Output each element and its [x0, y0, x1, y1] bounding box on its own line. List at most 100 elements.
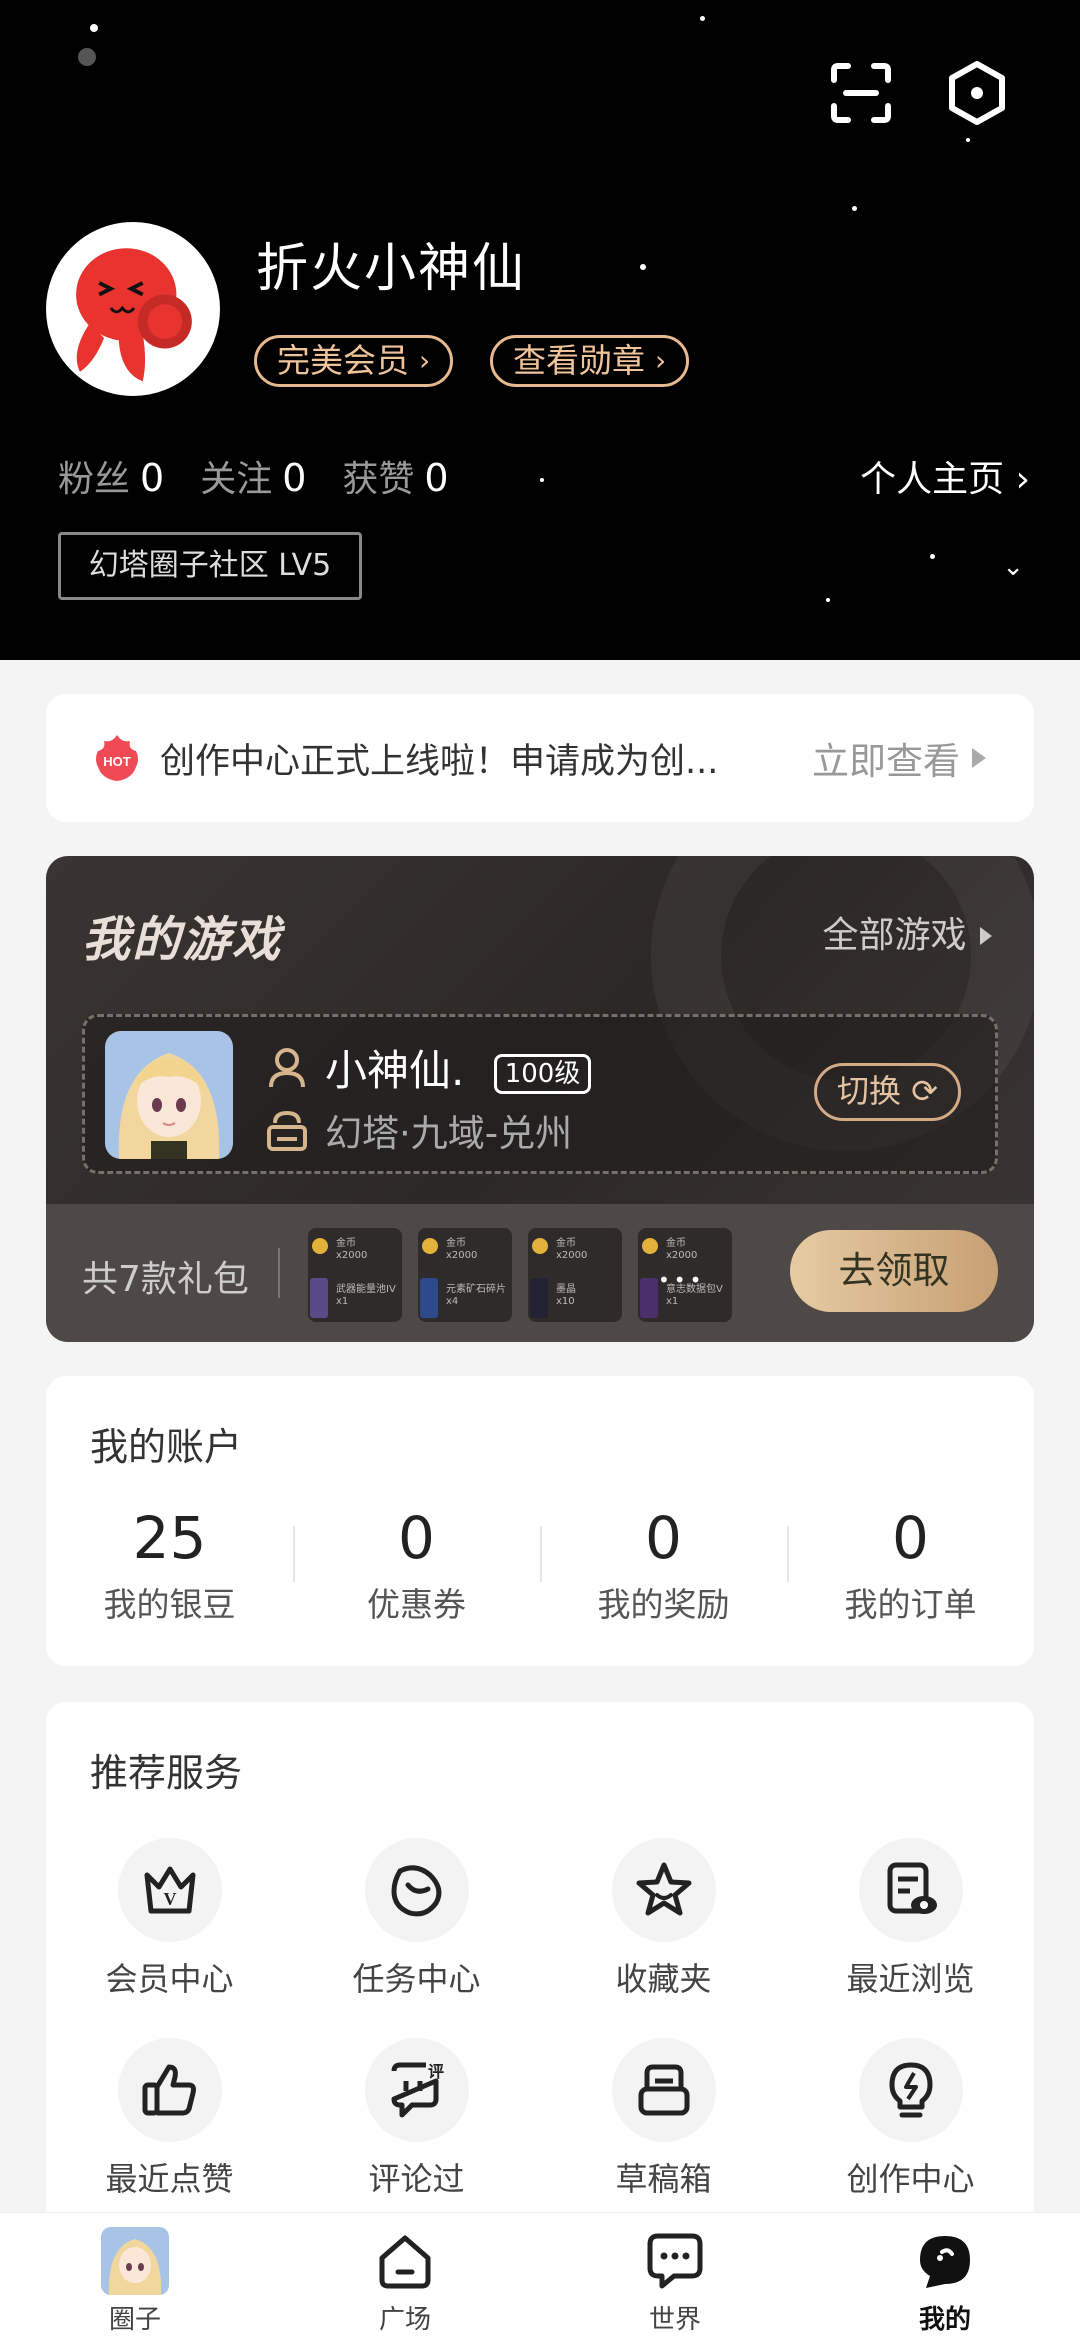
- account-stats-row: 25 我的银豆 0 优惠券 0 我的奖励 0 我的订单: [46, 1504, 1034, 1626]
- task-icon: [364, 1838, 469, 1942]
- all-games-label: 全部游戏: [822, 915, 967, 956]
- svg-text:评: 评: [427, 2062, 443, 2081]
- announcement-text: 创作中心正式上线啦！申请成为创...: [160, 741, 719, 782]
- service-favorites[interactable]: 收藏夹: [540, 1838, 787, 2000]
- service-label: 最近点赞: [105, 2160, 234, 2198]
- tab-label: 世界: [648, 2305, 701, 2335]
- service-label: 评论过: [368, 2160, 465, 2198]
- profile-header: 折火小神仙 完美会员 › 查看勋章 › 粉丝 0 关注 0 获赞 0 个人主页 › 幻…: [0, 0, 1080, 660]
- account-label: 我的订单: [844, 1585, 977, 1624]
- anime-character-icon: [105, 1031, 233, 1159]
- more-dots-icon: •••: [658, 1268, 706, 1292]
- vip-crown-icon: V: [117, 1838, 222, 1942]
- character-avatar: [105, 1031, 233, 1159]
- octopus-avatar-icon: [51, 227, 215, 391]
- star-icon: [611, 1838, 716, 1942]
- history-icon: [858, 1838, 963, 1942]
- bottom-tab-bar: 圈子 广场 世界 我的: [0, 2212, 1080, 2348]
- character-level-tag: 100级: [493, 1053, 592, 1094]
- character-name-text: 小神仙.: [325, 1046, 465, 1095]
- star-decoration: [930, 554, 935, 559]
- community-level-badge[interactable]: 幻塔圈子社区 LV5: [58, 532, 362, 600]
- service-label: 最近浏览: [846, 1960, 975, 1998]
- view-now-label: 立即查看: [812, 740, 960, 783]
- item-icon: [310, 1278, 328, 1318]
- likes-label: 获赞: [342, 459, 415, 500]
- service-label: 草稿箱: [615, 2160, 712, 2198]
- triangle-right-icon: [972, 748, 986, 768]
- item-icon: [640, 1278, 658, 1318]
- service-drafts[interactable]: 草稿箱: [540, 2038, 787, 2200]
- username: 折火小神仙: [256, 239, 527, 299]
- likes-stat[interactable]: 获赞 0: [342, 450, 448, 502]
- tab-label: 我的: [918, 2305, 971, 2335]
- account-item-orders[interactable]: 0 我的订单: [787, 1504, 1034, 1626]
- service-label: 会员中心: [105, 1960, 234, 1998]
- star-decoration: [90, 24, 98, 32]
- lightbulb-icon: [858, 2038, 963, 2142]
- character-server: 幻塔·九域-兑州: [325, 1112, 573, 1155]
- following-stat[interactable]: 关注 0: [200, 450, 306, 502]
- chevron-right-icon: ›: [655, 344, 667, 377]
- service-label: 收藏夹: [615, 1960, 712, 1998]
- triangle-right-icon: [980, 927, 992, 945]
- service-commented[interactable]: 评 评论过: [293, 2038, 540, 2200]
- service-task-center[interactable]: 任务中心: [293, 1838, 540, 2000]
- gift-pack-bar: 共7款礼包 金币 x2000 武器能量池IV x1 金币 x2000 元素矿石碎片 x4…: [46, 1204, 1034, 1342]
- gift-line: 金币 x2000: [446, 1238, 478, 1261]
- tab-me[interactable]: 我的: [810, 2213, 1080, 2348]
- gift-count-label: 共7款礼包: [82, 1259, 249, 1300]
- account-item-rewards[interactable]: 0 我的奖励: [540, 1504, 787, 1626]
- chevron-down-icon[interactable]: ⌄: [1002, 552, 1024, 582]
- account-title: 我的账户: [90, 1425, 243, 1469]
- tab-world[interactable]: 世界: [540, 2213, 810, 2348]
- my-games-card: 我的游戏 全部游戏 小神仙. 100级 幻塔·九域-兑州 切换 ⟳ 共7款礼包 …: [46, 856, 1034, 1342]
- view-now-link[interactable]: 立即查看: [812, 731, 988, 785]
- my-account-card: 我的账户 25 我的银豆 0 优惠券 0 我的奖励 0 我的订单: [46, 1376, 1034, 1666]
- service-vip-center[interactable]: V 会员中心: [46, 1838, 293, 2000]
- settings-icon[interactable]: [942, 58, 1012, 128]
- scan-icon[interactable]: [826, 58, 896, 128]
- star-decoration: [640, 264, 646, 270]
- service-creator-center[interactable]: 创作中心: [787, 2038, 1034, 2200]
- account-item-silver-beans[interactable]: 25 我的银豆: [46, 1504, 293, 1626]
- services-title: 推荐服务: [90, 1751, 243, 1795]
- chevron-right-icon: ›: [1015, 459, 1030, 500]
- account-item-coupons[interactable]: 0 优惠券: [293, 1504, 540, 1626]
- services-grid: V 会员中心 任务中心 收藏夹 最近浏览 最近点赞 评 评论过 草稿箱 创作中心: [46, 1838, 1034, 2200]
- claim-gifts-button[interactable]: 去领取: [790, 1230, 998, 1312]
- announcement-card[interactable]: HOT 创作中心正式上线啦！申请成为创... 立即查看: [46, 694, 1034, 822]
- star-decoration: [700, 16, 705, 21]
- gift-line: 金币 x2000: [336, 1238, 368, 1261]
- personal-homepage-link[interactable]: 个人主页 ›: [860, 450, 1030, 502]
- service-recently-viewed[interactable]: 最近浏览: [787, 1838, 1034, 2000]
- tab-square[interactable]: 广场: [270, 2213, 540, 2348]
- tab-label: 广场: [378, 2305, 431, 2335]
- all-games-link[interactable]: 全部游戏: [823, 906, 994, 958]
- gift-preview: 金币 x2000 墨晶 x10: [528, 1228, 622, 1322]
- gift-line: 金币 x2000: [556, 1238, 588, 1261]
- home-icon: [369, 2225, 441, 2297]
- gift-line: 金币 x2000: [666, 1238, 698, 1261]
- account-label: 优惠券: [367, 1585, 466, 1624]
- server-icon: [267, 1110, 307, 1151]
- recommended-services-card: 推荐服务 V 会员中心 任务中心 收藏夹 最近浏览 最近点赞 评 评论过 草稿箱…: [46, 1702, 1034, 2222]
- coin-icon: [312, 1238, 328, 1254]
- gift-line: 武器能量池IV x1: [336, 1284, 396, 1307]
- me-icon: [909, 2225, 981, 2297]
- account-value: 0: [398, 1504, 435, 1572]
- star-decoration: [540, 478, 544, 482]
- tab-circle[interactable]: 圈子: [0, 2213, 270, 2348]
- switch-character-button[interactable]: 切换 ⟳: [814, 1063, 961, 1121]
- view-medals-button[interactable]: 查看勋章 ›: [490, 335, 690, 387]
- hot-icon: HOT: [96, 735, 138, 781]
- account-value: 0: [645, 1504, 682, 1572]
- account-label: 我的银豆: [103, 1585, 236, 1624]
- followers-stat[interactable]: 粉丝 0: [58, 450, 164, 502]
- vip-member-button[interactable]: 完美会员 ›: [254, 335, 454, 387]
- coin-icon: [422, 1238, 438, 1254]
- view-medals-label: 查看勋章: [513, 341, 645, 380]
- user-avatar[interactable]: [46, 222, 220, 396]
- service-recent-likes[interactable]: 最近点赞: [46, 2038, 293, 2200]
- account-value: 0: [892, 1504, 929, 1572]
